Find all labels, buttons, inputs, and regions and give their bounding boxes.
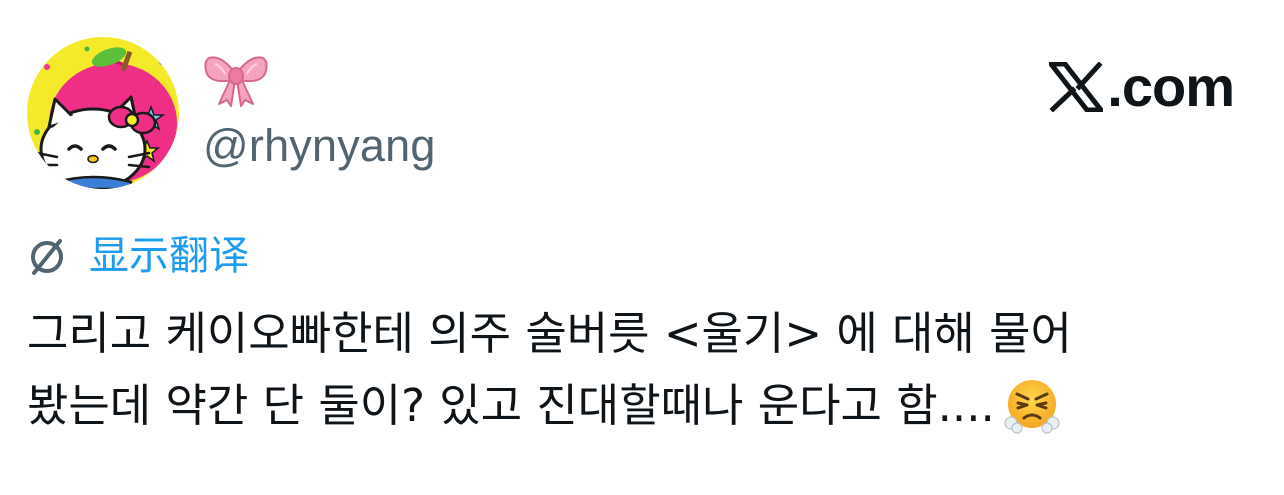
ribbon-emoji-icon bbox=[204, 56, 268, 107]
x-com-brand[interactable]: .com bbox=[1049, 54, 1235, 120]
show-translation-label: 显示翻译 bbox=[89, 233, 249, 279]
tweet-card: @rhynyang .com 显示翻译 그리고 케이오빠한테 의주 술버릇 <울… bbox=[0, 0, 1284, 495]
tweet-text-line-2: 봤는데 약간 단 둘이? 있고 진대할때나 운다고 함.... bbox=[27, 379, 995, 432]
x-logo-icon bbox=[1049, 62, 1104, 112]
huffing-face-emoji-icon bbox=[1004, 380, 1060, 434]
hello-kitty-avatar-image bbox=[27, 37, 179, 189]
show-translation-link[interactable]: 显示翻译 bbox=[27, 230, 249, 282]
avatar[interactable] bbox=[27, 37, 179, 189]
display-name-ribbon-emoji[interactable] bbox=[203, 50, 269, 108]
author-handle[interactable]: @rhynyang bbox=[203, 118, 436, 174]
tweet-text-line-1: 그리고 케이오빠한테 의주 술버릇 <울기> 에 대해 물어 bbox=[27, 307, 1072, 360]
tweet-text: 그리고 케이오빠한테 의주 술버릇 <울기> 에 대해 물어 봤는데 약간 단 … bbox=[27, 298, 1257, 442]
globe-slash-icon bbox=[31, 239, 63, 275]
tweet-text-line: 그리고 케이오빠한테 의주 술버릇 <울기> 에 대해 물어 bbox=[27, 298, 1257, 370]
tweet-text-line: 봤는데 약간 단 둘이? 있고 진대할때나 운다고 함.... bbox=[27, 370, 1257, 442]
brand-domain-label: .com bbox=[1107, 55, 1235, 118]
